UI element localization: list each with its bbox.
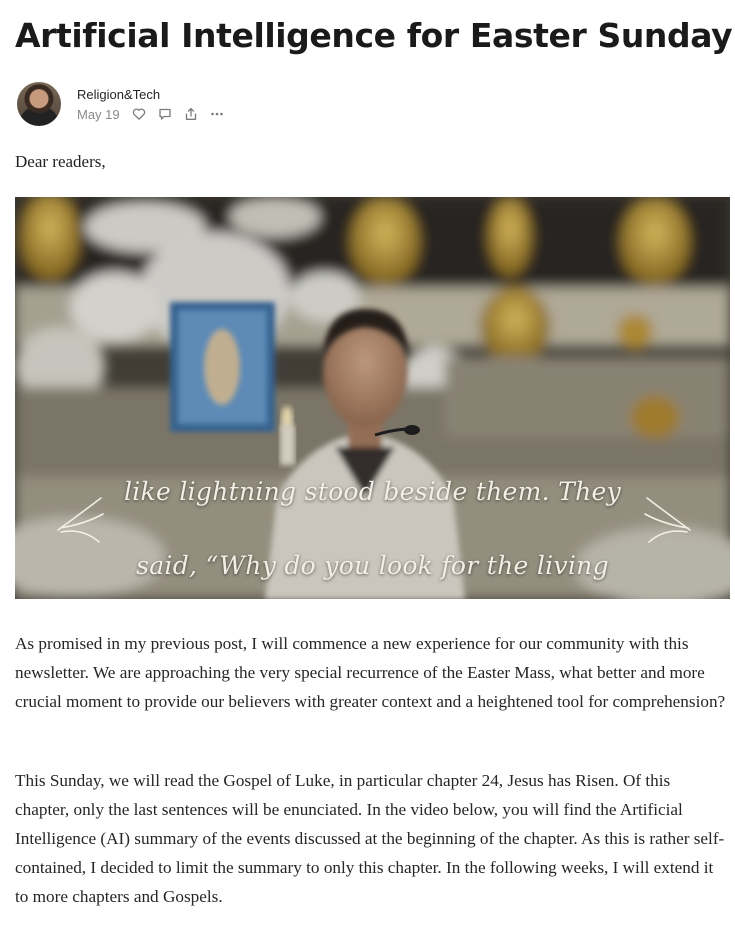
post-title: Artificial Intelligence for Easter Sunda…	[15, 16, 733, 55]
more-icon[interactable]	[210, 107, 224, 121]
church-scene-image	[15, 197, 730, 599]
video-caption-line-2: said, “Why do you look for the living	[136, 551, 609, 580]
comment-icon[interactable]	[158, 107, 172, 121]
post-meta: May 19	[77, 106, 224, 122]
greeting: Dear readers,	[15, 152, 106, 171]
body-paragraph-1: As promised in my previous post, I will …	[15, 634, 726, 711]
author-name[interactable]: Religion&Tech	[77, 87, 160, 102]
video-caption-line-1: like lightning stood beside them. They	[123, 477, 622, 506]
byline: Religion&Tech May 19	[15, 82, 415, 130]
heart-icon[interactable]	[132, 107, 146, 121]
post-date: May 19	[77, 106, 120, 122]
share-icon[interactable]	[184, 107, 198, 121]
video-thumbnail[interactable]: like lightning stood beside them. They s…	[15, 197, 730, 599]
author-avatar[interactable]	[17, 82, 61, 126]
body-paragraph-2: This Sunday, we will read the Gospel of …	[15, 771, 725, 906]
